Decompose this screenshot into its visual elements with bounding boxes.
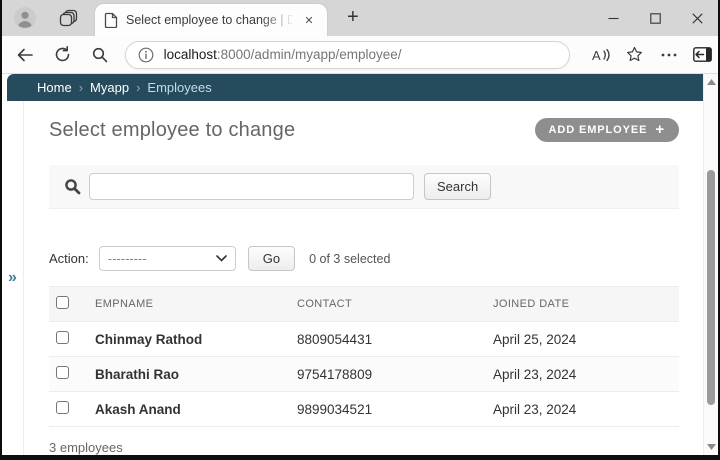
breadcrumb: Home › Myapp › Employees [7, 74, 703, 101]
action-counter: 0 of 3 selected [309, 252, 390, 266]
employee-joined-date: April 23, 2024 [487, 392, 679, 427]
close-window-button[interactable] [676, 0, 718, 36]
search-button[interactable]: Search [424, 173, 491, 200]
scroll-up-icon [707, 79, 716, 85]
toolbar-search-button[interactable] [85, 40, 115, 70]
sidebar-panel-button[interactable] [688, 40, 718, 70]
back-icon [16, 47, 34, 63]
search-icon [92, 47, 108, 63]
employee-table: EMPNAME CONTACT JOINED DATE Chinmay Rath… [49, 286, 679, 427]
minimize-button[interactable] [592, 0, 634, 36]
header-empname[interactable]: EMPNAME [89, 287, 291, 322]
page-body: » Select employee to change ADD EMPLOYEE… [2, 101, 703, 455]
ellipsis-icon [661, 53, 677, 57]
read-aloud-icon: A [591, 47, 611, 63]
add-employee-button[interactable]: ADD EMPLOYEE + [535, 118, 679, 142]
url-text: localhost:8000/admin/myapp/employee/ [164, 47, 402, 62]
actions-bar: Action: --------- Go 0 of 3 selected [49, 246, 679, 271]
action-select[interactable]: --------- [99, 246, 236, 271]
breadcrumb-myapp-link[interactable]: Myapp [90, 80, 129, 95]
scrollbar-thumb[interactable] [707, 170, 715, 405]
page-viewport: Home › Myapp › Employees » Select employ… [2, 74, 718, 455]
employee-name-link[interactable]: Chinmay Rathod [95, 332, 202, 347]
table-row: Chinmay Rathod 8809054431 April 25, 2024 [49, 322, 679, 357]
table-row: Bharathi Rao 9754178809 April 23, 2024 [49, 357, 679, 392]
url-host: localhost [164, 47, 217, 62]
scroll-down-button[interactable] [707, 439, 716, 455]
action-label: Action: [49, 251, 89, 266]
profile-avatar[interactable] [13, 6, 37, 30]
close-icon [692, 13, 703, 24]
browser-window: Select employee to change | Djan ✕ + [2, 0, 718, 455]
employee-name-link[interactable]: Bharathi Rao [95, 367, 179, 382]
window-controls [592, 0, 718, 36]
content-header: Select employee to change ADD EMPLOYEE + [49, 101, 679, 152]
toolbar-right-icons: A [582, 40, 718, 70]
scroll-down-icon [707, 444, 716, 450]
table-header-row: EMPNAME CONTACT JOINED DATE [49, 287, 679, 322]
row-checkbox[interactable] [56, 401, 69, 414]
settings-menu-button[interactable] [654, 40, 684, 70]
svg-text:A: A [592, 48, 601, 63]
breadcrumb-separator: › [79, 80, 83, 95]
refresh-button[interactable] [48, 40, 78, 70]
avatar-icon [13, 6, 37, 30]
favorites-button[interactable] [620, 40, 650, 70]
add-employee-label: ADD EMPLOYEE [549, 124, 648, 136]
main-content: Select employee to change ADD EMPLOYEE + [24, 101, 703, 455]
tab-title: Select employee to change | Djan [126, 13, 294, 27]
employee-name-link[interactable]: Akash Anand [95, 402, 181, 417]
scroll-up-button[interactable] [707, 74, 716, 90]
search-toolbar: Search [49, 165, 679, 209]
employee-count: 3 employees [49, 427, 679, 455]
page-title: Select employee to change [49, 119, 295, 142]
django-admin-page: Home › Myapp › Employees » Select employ… [2, 74, 703, 455]
employee-contact: 9899034521 [291, 392, 487, 427]
employee-joined-date: April 23, 2024 [487, 357, 679, 392]
minimize-icon [608, 13, 619, 24]
go-button[interactable]: Go [248, 246, 295, 271]
read-aloud-button[interactable]: A [586, 40, 616, 70]
page-favicon-icon [104, 12, 118, 28]
row-checkbox[interactable] [56, 331, 69, 344]
header-joined-date[interactable]: JOINED DATE [487, 287, 679, 322]
maximize-icon [650, 13, 661, 24]
header-contact[interactable]: CONTACT [291, 287, 487, 322]
workspaces-icon [59, 8, 79, 28]
star-icon [626, 46, 643, 63]
back-button[interactable] [10, 40, 40, 70]
employee-contact: 9754178809 [291, 357, 487, 392]
nav-sidebar-column: » [2, 101, 24, 455]
employee-contact: 8809054431 [291, 322, 487, 357]
refresh-icon [54, 46, 71, 63]
address-bar[interactable]: localhost:8000/admin/myapp/employee/ [125, 41, 570, 69]
site-info-icon [138, 47, 154, 63]
maximize-button[interactable] [634, 0, 676, 36]
new-tab-button[interactable]: + [343, 7, 363, 30]
page-scrollbar[interactable] [703, 74, 718, 455]
nav-sidebar-toggle[interactable]: » [8, 269, 17, 287]
breadcrumb-home-link[interactable]: Home [37, 80, 72, 95]
search-input[interactable] [89, 173, 414, 200]
sidebar-panel-icon [693, 47, 712, 62]
plus-icon: + [655, 121, 665, 138]
scrollbar-track[interactable] [704, 90, 718, 439]
url-path: :8000/admin/myapp/employee/ [217, 47, 402, 62]
browser-toolbar: localhost:8000/admin/myapp/employee/ A [2, 36, 718, 74]
select-all-checkbox[interactable] [56, 296, 69, 309]
employee-joined-date: April 25, 2024 [487, 322, 679, 357]
browser-titlebar: Select employee to change | Djan ✕ + [2, 0, 718, 36]
table-row: Akash Anand 9899034521 April 23, 2024 [49, 392, 679, 427]
breadcrumb-separator: › [136, 80, 140, 95]
browser-tab[interactable]: Select employee to change | Djan ✕ [95, 4, 327, 36]
tab-workspaces-button[interactable] [57, 6, 81, 30]
chevron-down-icon [216, 255, 227, 262]
action-selected-option: --------- [108, 251, 147, 266]
row-checkbox[interactable] [56, 366, 69, 379]
tab-close-icon[interactable]: ✕ [300, 11, 318, 29]
search-magnifier-icon [64, 178, 81, 195]
breadcrumb-current: Employees [147, 80, 211, 95]
